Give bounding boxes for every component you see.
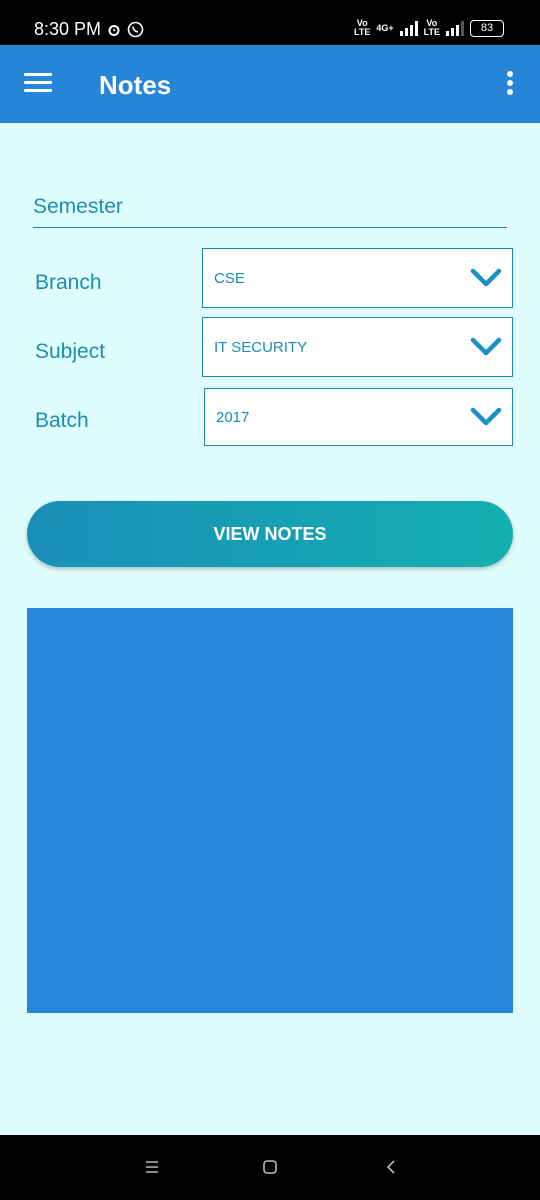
status-left-icons bbox=[107, 21, 144, 38]
screen: 8:30 PM Vo LTE 4G+ Vo LTE 83 Notes Semes… bbox=[0, 0, 540, 1200]
status-right: Vo LTE 4G+ Vo LTE 83 bbox=[354, 19, 504, 37]
branch-value: CSE bbox=[214, 270, 245, 287]
network-type: 4G+ bbox=[376, 22, 394, 33]
battery-icon: 83 bbox=[470, 19, 504, 37]
subject-dropdown[interactable]: IT SECURITY bbox=[202, 317, 513, 377]
branch-dropdown[interactable]: CSE bbox=[202, 248, 513, 308]
batch-value: 2017 bbox=[216, 409, 250, 426]
home-icon[interactable] bbox=[262, 1159, 278, 1175]
chevron-down-icon bbox=[470, 337, 502, 356]
signal-strength-icon bbox=[399, 20, 418, 36]
recents-icon[interactable] bbox=[144, 1159, 160, 1175]
app-bar: Notes bbox=[0, 45, 540, 123]
semester-field[interactable]: Semester bbox=[33, 195, 507, 228]
branch-label: Branch bbox=[35, 271, 102, 294]
chevron-down-icon bbox=[470, 268, 502, 287]
page-title: Notes bbox=[99, 70, 172, 100]
view-notes-button[interactable]: VIEW NOTES bbox=[27, 501, 513, 567]
subject-label: Subject bbox=[35, 340, 106, 363]
hamburger-menu-icon[interactable] bbox=[24, 73, 52, 95]
whatsapp-icon bbox=[127, 21, 144, 38]
chevron-down-icon bbox=[470, 407, 502, 426]
sim2-label: Vo LTE bbox=[423, 18, 440, 37]
system-nav-bar bbox=[0, 1135, 540, 1200]
network-label: 4G+ bbox=[376, 22, 394, 33]
alarm-icon bbox=[108, 24, 120, 36]
status-bar: 8:30 PM Vo LTE 4G+ Vo LTE 83 bbox=[0, 0, 540, 45]
sim1-label: Vo LTE bbox=[354, 18, 371, 37]
more-vert-icon[interactable] bbox=[504, 71, 516, 99]
semester-label: Semester bbox=[33, 195, 123, 218]
signal-strength-icon-2 bbox=[446, 20, 464, 36]
back-icon[interactable] bbox=[383, 1159, 399, 1175]
status-time: 8:30 PM bbox=[34, 19, 102, 39]
batch-label: Batch bbox=[35, 409, 89, 432]
batch-dropdown[interactable]: 2017 bbox=[204, 388, 513, 446]
notes-panel bbox=[27, 608, 513, 1013]
subject-value: IT SECURITY bbox=[214, 339, 308, 356]
